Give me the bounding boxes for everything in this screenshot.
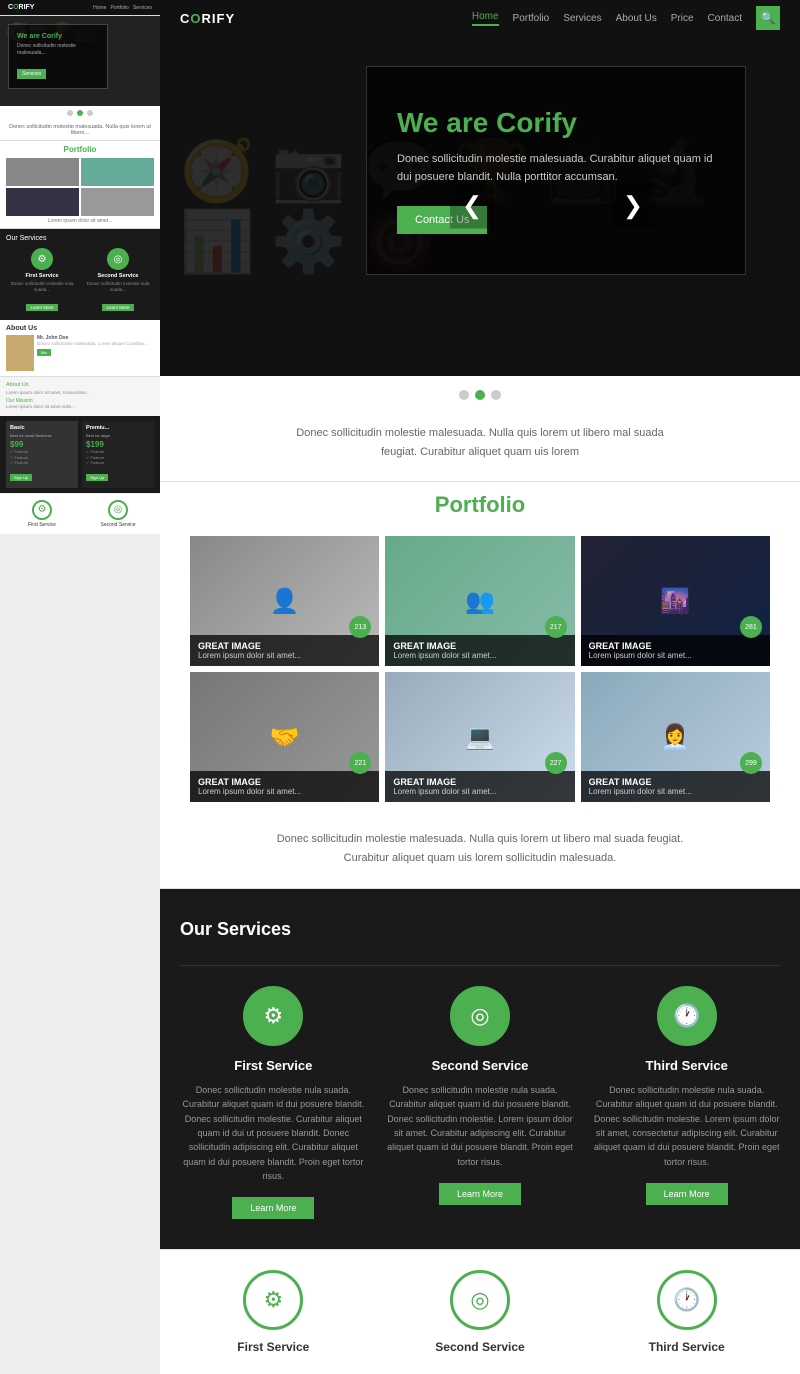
dot-3[interactable] [491,390,501,400]
hero-prev-button[interactable]: ❮ [450,184,494,229]
portfolio-desc-5: Lorem ipsum dolor sit amet... [393,787,566,796]
portfolio-overlay-1: GREAT IMAGE Lorem ipsum dolor sit amet..… [190,635,379,666]
portfolio-title-3: GREAT IMAGE [589,641,762,651]
hero-heading: We are Corify [397,107,715,139]
portfolio-desc-2: Lorem ipsum dolor sit amet... [393,651,566,660]
portfolio-item-2[interactable]: 👥 GREAT IMAGE Lorem ipsum dolor sit amet… [385,536,574,666]
portfolio-title-2: GREAT IMAGE [393,641,566,651]
portfolio-badge-2: 217 [545,616,567,638]
portfolio-item-3[interactable]: 🌆 GREAT IMAGE Lorem ipsum dolor sit amet… [581,536,770,666]
portfolio-title-1: GREAT IMAGE [198,641,371,651]
service-icon-white-3: 🕐 [657,1270,717,1330]
service-btn-2[interactable]: Learn More [439,1183,521,1205]
nav-logo: CORIFY [180,11,235,26]
service-white-2: ◎ Second Service [387,1270,574,1354]
service-white-1: ⚙ First Service [180,1270,367,1354]
nav-about[interactable]: About Us [616,13,657,24]
search-icon[interactable]: 🔍 [756,6,780,30]
nav-portfolio[interactable]: Portfolio [513,13,550,24]
portfolio-item-6[interactable]: 👩‍💼 GREAT IMAGE Lorem ipsum dolor sit am… [581,672,770,802]
dot-2[interactable] [475,390,485,400]
portfolio-item-5[interactable]: 💻 GREAT IMAGE Lorem ipsum dolor sit amet… [385,672,574,802]
portfolio-desc-4: Lorem ipsum dolor sit amet... [198,787,371,796]
service-white-name-2: Second Service [387,1340,574,1354]
nav-links: Home Portfolio Services About Us Price C… [472,6,780,30]
service-card-1: ⚙ First Service Donec sollicitudin moles… [180,986,367,1220]
services-section: Our Services ⚙ First Service Donec solli… [160,889,800,1250]
service-icon-3: 🕐 [657,986,717,1046]
services-section-title: Our Services [180,919,780,940]
service-card-3: 🕐 Third Service Donec sollicitudin moles… [593,986,780,1220]
service-card-2: ◎ Second Service Donec sollicitudin mole… [387,986,574,1220]
portfolio-desc-6: Lorem ipsum dolor sit amet... [589,787,762,796]
portfolio-title-4: GREAT IMAGE [198,777,371,787]
portfolio-overlay-4: GREAT IMAGE Lorem ipsum dolor sit amet..… [190,771,379,802]
service-white-name-1: First Service [180,1340,367,1354]
portfolio-badge-5: 227 [545,752,567,774]
service-name-2: Second Service [387,1058,574,1073]
nav-services[interactable]: Services [563,13,601,24]
portfolio-overlay-2: GREAT IMAGE Lorem ipsum dolor sit amet..… [385,635,574,666]
service-white-3: 🕐 Third Service [593,1270,780,1354]
portfolio-desc-3: Lorem ipsum dolor sit amet... [589,651,762,660]
intro-text: Donec sollicitudin molestie malesuada. N… [160,414,800,481]
portfolio-overlay-5: GREAT IMAGE Lorem ipsum dolor sit amet..… [385,771,574,802]
portfolio-desc-1: Lorem ipsum dolor sit amet... [198,651,371,660]
portfolio-overlay-6: GREAT IMAGE Lorem ipsum dolor sit amet..… [581,771,770,802]
portfolio-item-4[interactable]: 🤝 GREAT IMAGE Lorem ipsum dolor sit amet… [190,672,379,802]
hero-next-button[interactable]: ❯ [611,184,655,229]
main-content: CORIFY Home Portfolio Services About Us … [160,0,800,1374]
hero-section: 🧭 📷 💬 🏆 📺 🔬 📊 ⚙️ 🎯 We are Corify Donec s… [160,36,800,376]
services-white-section: ⚙ First Service ◎ Second Service 🕐 Third… [160,1250,800,1374]
service-icon-white-1: ⚙ [243,1270,303,1330]
services-white-grid: ⚙ First Service ◎ Second Service 🕐 Third… [180,1270,780,1354]
portfolio-footer: Donec sollicitudin molestie malesuada. N… [160,818,800,887]
navigation: CORIFY Home Portfolio Services About Us … [160,0,800,36]
dot-1[interactable] [459,390,469,400]
nav-home[interactable]: Home [472,11,499,26]
services-grid: ⚙ First Service Donec sollicitudin moles… [180,986,780,1220]
service-desc-2: Donec sollicitudin molestie nula suada. … [387,1083,574,1169]
service-btn-1[interactable]: Learn More [232,1197,314,1219]
hero-card: We are Corify Donec sollicitudin molesti… [366,66,746,275]
nav-contact[interactable]: Contact [708,13,742,24]
service-btn-3[interactable]: Learn More [646,1183,728,1205]
portfolio-title: Portfolio [160,492,800,518]
portfolio-title-6: GREAT IMAGE [589,777,762,787]
service-name-1: First Service [180,1058,367,1073]
service-white-name-3: Third Service [593,1340,780,1354]
portfolio-overlay-3: GREAT IMAGE Lorem ipsum dolor sit amet..… [581,635,770,666]
portfolio-grid: 👤 GREAT IMAGE Lorem ipsum dolor sit amet… [160,536,800,818]
service-icon-2: ◎ [450,986,510,1046]
slide-indicators [160,376,800,414]
portfolio-item-1[interactable]: 👤 GREAT IMAGE Lorem ipsum dolor sit amet… [190,536,379,666]
service-desc-1: Donec sollicitudin molestie nula suada. … [180,1083,367,1184]
left-preview-strip: CORIFY Home Portfolio Services 🧭📷🏆📺 We a… [0,0,160,1374]
divider-1 [160,481,800,482]
service-name-3: Third Service [593,1058,780,1073]
service-desc-3: Donec sollicitudin molestie nula suada. … [593,1083,780,1169]
nav-price[interactable]: Price [671,13,694,24]
service-icon-white-2: ◎ [450,1270,510,1330]
service-icon-1: ⚙ [243,986,303,1046]
portfolio-title-5: GREAT IMAGE [393,777,566,787]
hero-body: Donec sollicitudin molestie malesuada. C… [397,151,715,186]
